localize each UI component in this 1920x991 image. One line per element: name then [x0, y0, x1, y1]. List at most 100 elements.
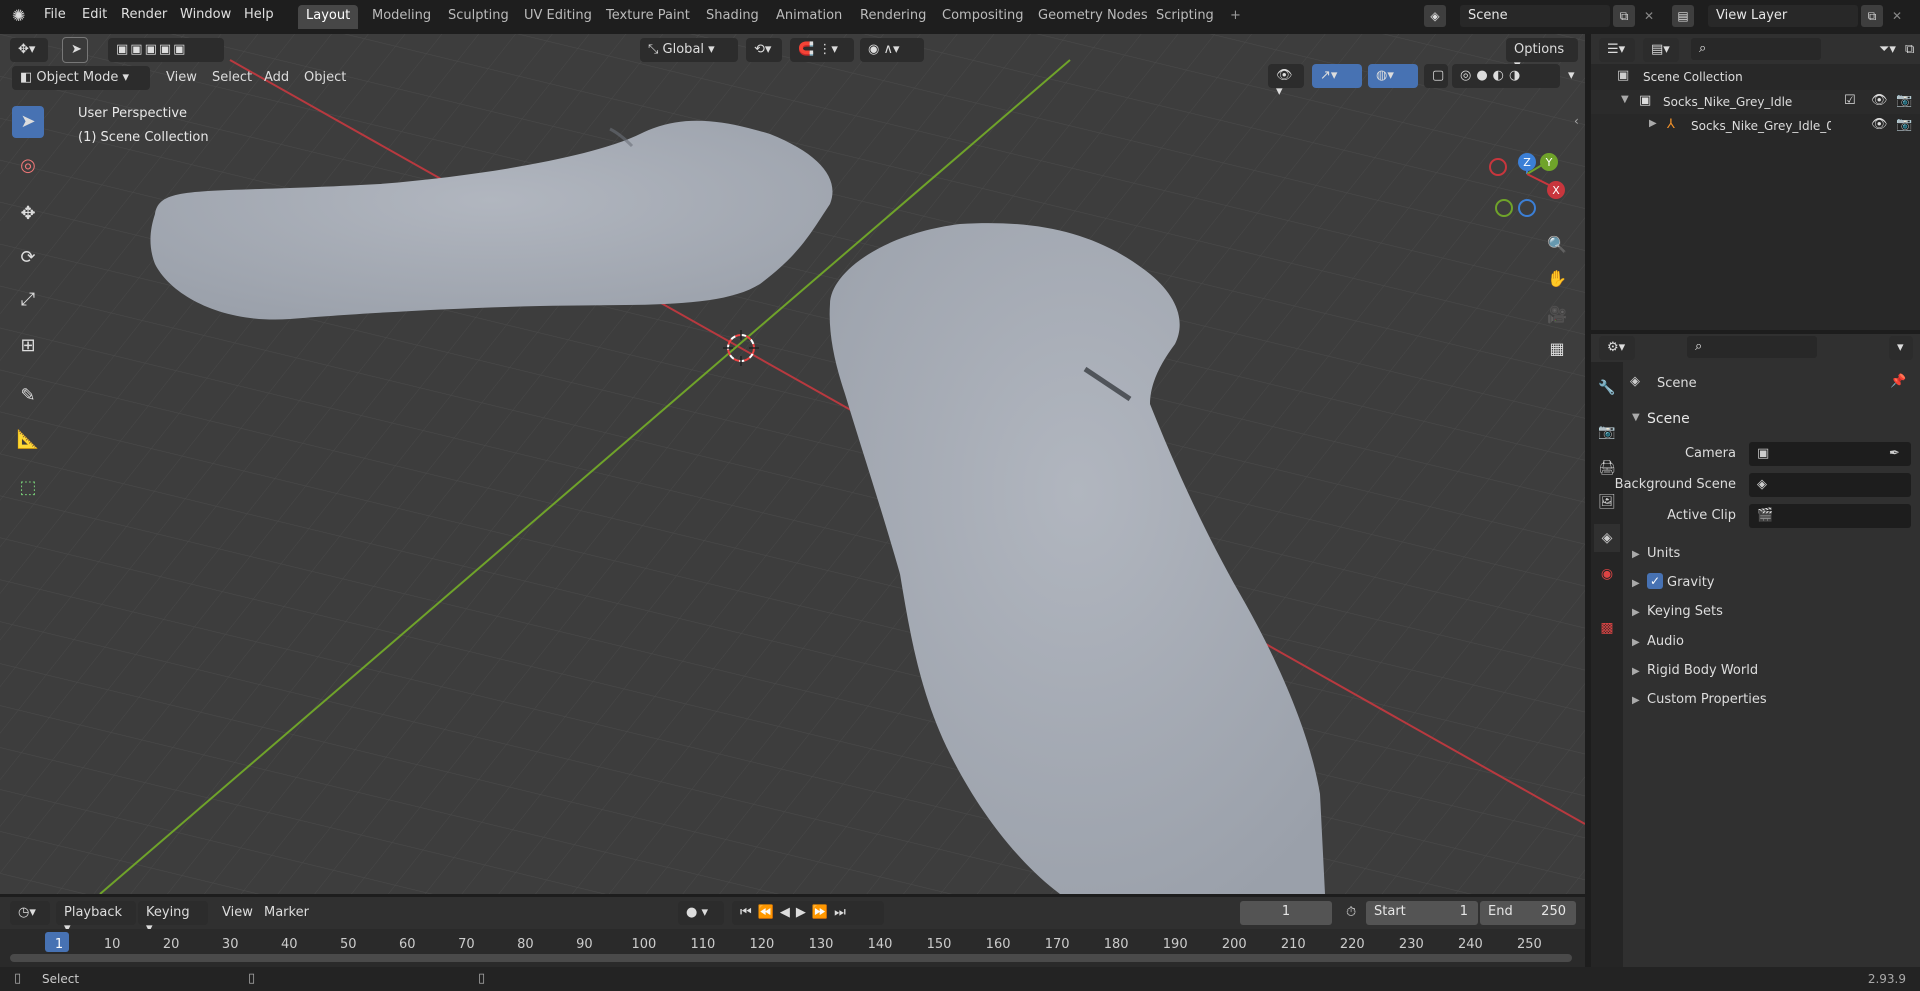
options-dropdown[interactable]: Options ▾ — [1506, 38, 1578, 73]
transform-tool-icon[interactable]: ⊞ — [12, 330, 44, 362]
pin-icon[interactable]: 📌 — [1890, 374, 1906, 389]
background-scene-field[interactable]: ◈ — [1749, 473, 1911, 497]
viewport-3d[interactable]: ✥▾ ➤ ▣▣▣▣▣ ⤡ Global ▾ ⟲▾ 🧲 ⋮▾ ◉ ∧▾ Optio… — [0, 34, 1585, 894]
tab-sculpting[interactable]: Sculpting — [440, 5, 517, 29]
outliner-root-label[interactable]: Scene Collection — [1643, 70, 1743, 84]
display-mode-icon[interactable]: ▤▾ — [1643, 38, 1679, 62]
camera-field[interactable]: ▣ ✒ — [1749, 442, 1911, 466]
menu-keying[interactable]: Keying ▾ — [138, 901, 208, 936]
tab-shading[interactable]: Shading — [698, 5, 767, 29]
menu-window[interactable]: Window — [180, 7, 231, 22]
subpanel-rigid-body-world[interactable]: Rigid Body World — [1647, 663, 1758, 678]
snapping-icon[interactable]: 🧲 ⋮▾ — [790, 38, 854, 62]
outliner-search-input[interactable]: ⌕ — [1691, 38, 1821, 60]
playback-controls[interactable]: ⏮⏪◀▶⏩⏭ — [732, 901, 884, 925]
expand-arrow-icon[interactable]: ▶ — [1632, 578, 1640, 589]
rotate-tool-icon[interactable]: ⟳ — [12, 242, 44, 274]
active-clip-field[interactable]: 🎬 — [1749, 504, 1911, 528]
menu-add[interactable]: Add — [256, 66, 297, 90]
eyedropper-icon[interactable]: ✒ — [1889, 446, 1900, 461]
menu-edit[interactable]: Edit — [82, 7, 107, 22]
xray-icon[interactable]: ▢ — [1424, 64, 1448, 88]
preview-range-icon[interactable]: ⏱ — [1338, 901, 1364, 925]
tool-tab-icon[interactable]: 🔧 — [1594, 374, 1620, 402]
gizmo-toggle-icon[interactable]: ↗▾ — [1312, 64, 1362, 88]
move-tool-icon[interactable]: ✥ — [12, 198, 44, 230]
axis-gizmo[interactable]: Z Y X — [1484, 114, 1574, 224]
outliner-row-object[interactable]: ▶ ⅄ Socks_Nike_Grey_Idle_0C 👁 📷 — [1591, 114, 1920, 138]
tab-uv-editing[interactable]: UV Editing — [516, 5, 600, 29]
outliner-editor-type-icon[interactable]: ☰▾ — [1599, 38, 1635, 62]
tab-compositing[interactable]: Compositing — [934, 5, 1032, 29]
view-layer-name-field[interactable]: View Layer — [1708, 5, 1858, 27]
auto-keying-icon[interactable]: ● ▾ — [678, 901, 724, 925]
ortho-grid-icon[interactable]: ▦ — [1542, 334, 1572, 364]
view-layer-tab-icon[interactable]: 🖼 — [1594, 488, 1620, 516]
subpanel-gravity[interactable]: Gravity — [1667, 575, 1714, 590]
overlays-toggle-icon[interactable]: ◍▾ — [1368, 64, 1418, 88]
render-camera-icon[interactable]: 📷 — [1896, 117, 1912, 132]
blender-logo-icon[interactable]: ✺ — [12, 6, 25, 25]
menu-help[interactable]: Help — [244, 7, 274, 22]
tab-animation[interactable]: Animation — [768, 5, 850, 29]
properties-editor-type-icon[interactable]: ⚙▾ — [1599, 336, 1635, 360]
render-camera-icon[interactable]: 📷 — [1896, 93, 1912, 108]
subpanel-audio[interactable]: Audio — [1647, 634, 1684, 649]
collapse-arrow-icon[interactable]: ▼ — [1621, 94, 1629, 105]
timeline-editor-type-icon[interactable]: ◷▾ — [10, 901, 50, 925]
new-view-layer-icon[interactable]: ⧉ — [1861, 5, 1883, 27]
menu-file[interactable]: File — [44, 7, 66, 22]
start-frame-field[interactable]: Start 1 — [1366, 901, 1478, 925]
select-box-mode-icon[interactable]: ➤ — [62, 37, 88, 63]
new-scene-icon[interactable]: ⧉ — [1613, 5, 1635, 27]
collection-name[interactable]: Socks_Nike_Grey_Idle — [1663, 95, 1792, 109]
tab-rendering[interactable]: Rendering — [852, 5, 934, 29]
measure-tool-icon[interactable]: 📐 — [12, 424, 44, 456]
gravity-checkbox[interactable]: ✓ — [1647, 573, 1663, 589]
expand-arrow-icon[interactable]: ▶ — [1632, 695, 1640, 706]
render-tab-icon[interactable]: 📷 — [1594, 418, 1620, 446]
scale-tool-icon[interactable]: ⤢ — [12, 284, 44, 316]
new-collection-icon[interactable]: ⧉ — [1897, 38, 1920, 62]
add-workspace-button[interactable]: + — [1222, 5, 1249, 29]
expand-arrow-icon[interactable]: ▶ — [1632, 637, 1640, 648]
properties-options-icon[interactable]: ▾ — [1889, 336, 1913, 360]
tab-scripting[interactable]: Scripting — [1148, 5, 1222, 29]
visibility-icon[interactable]: 👁 — [1871, 117, 1888, 132]
menu-marker[interactable]: Marker — [256, 901, 317, 925]
zoom-icon[interactable]: 🔍 — [1542, 230, 1572, 260]
world-tab-icon[interactable]: ◉ — [1594, 560, 1620, 588]
editor-type-icon[interactable]: ✥▾ — [10, 38, 48, 62]
mode-dropdown[interactable]: ◧ Object Mode ▾ — [12, 66, 150, 90]
annotate-tool-icon[interactable]: ✎ — [12, 380, 44, 412]
pivot-point-icon[interactable]: ⟲▾ — [746, 38, 782, 62]
view-layer-browse-icon[interactable]: ▤ — [1672, 5, 1694, 27]
delete-scene-icon[interactable]: ✕ — [1638, 5, 1660, 27]
tab-layout[interactable]: Layout — [298, 5, 359, 29]
scene-tab-icon[interactable]: ◈ — [1594, 524, 1620, 552]
expand-arrow-icon[interactable]: ▶ — [1632, 666, 1640, 677]
select-tool-icon[interactable]: ➤ — [12, 106, 44, 138]
menu-timeline-view[interactable]: View — [214, 901, 261, 925]
proportional-edit-icon[interactable]: ◉ ∧▾ — [860, 38, 924, 62]
shading-mode-buttons[interactable]: ◎●◐◑ — [1452, 64, 1560, 88]
sidebar-toggle-icon[interactable]: ‹ — [1574, 114, 1579, 128]
camera-view-icon[interactable]: 🎥 — [1542, 300, 1572, 330]
pan-hand-icon[interactable]: ✋ — [1542, 264, 1572, 294]
subpanel-units[interactable]: Units — [1647, 546, 1680, 561]
properties-search-input[interactable]: ⌕ — [1687, 336, 1817, 358]
transform-orientation-dropdown[interactable]: ⤡ Global ▾ — [640, 38, 738, 62]
texture-tab-icon[interactable]: ▩ — [1594, 614, 1620, 642]
expand-arrow-icon[interactable]: ▶ — [1632, 549, 1640, 560]
menu-render[interactable]: Render — [121, 7, 167, 22]
exclude-checkbox-icon[interactable]: ☑ — [1844, 93, 1856, 108]
subpanel-keying-sets[interactable]: Keying Sets — [1647, 604, 1723, 619]
expand-arrow-icon[interactable]: ▶ — [1632, 607, 1640, 618]
end-frame-field[interactable]: End 250 — [1480, 901, 1576, 925]
current-frame-field[interactable]: 1 — [1240, 901, 1332, 925]
scene-browse-icon[interactable]: ◈ — [1424, 5, 1446, 27]
tab-modeling[interactable]: Modeling — [364, 5, 439, 29]
scene-panel-title[interactable]: Scene — [1647, 411, 1690, 427]
menu-view[interactable]: View — [158, 66, 205, 90]
visibility-icon[interactable]: 👁 — [1871, 93, 1888, 108]
